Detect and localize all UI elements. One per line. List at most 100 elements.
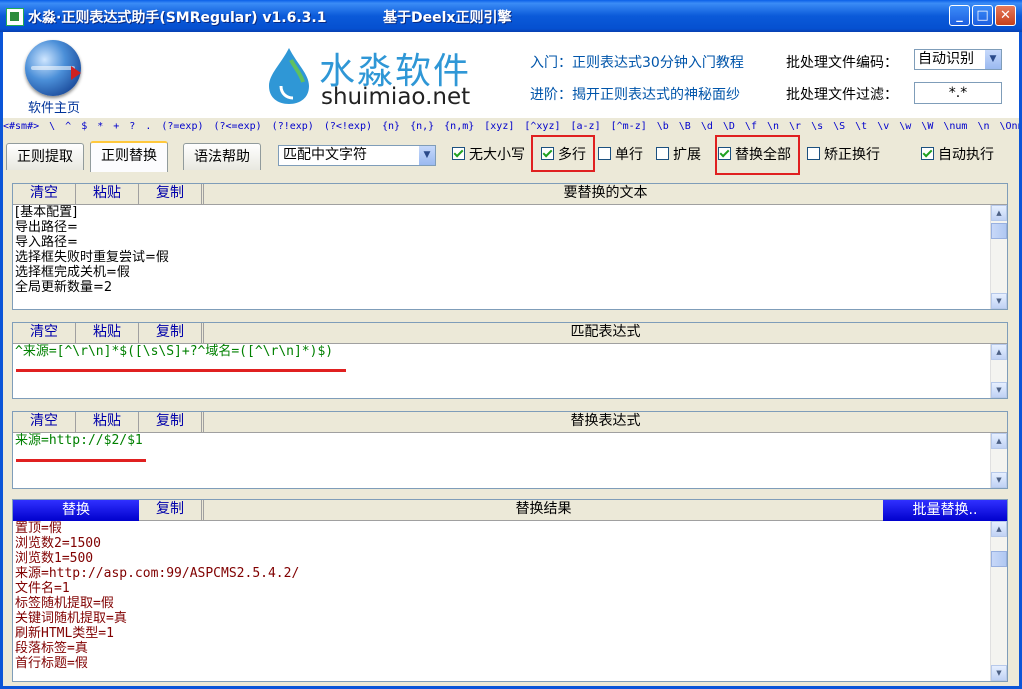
source-clear-button[interactable]: 清空: [13, 184, 76, 204]
replace-clear-button[interactable]: 清空: [13, 412, 76, 432]
title-bar[interactable]: 水淼·正则表达式助手(SMRegular) v1.6.3.1 基于Deelx正则…: [0, 0, 1022, 32]
syntax-token[interactable]: \v: [877, 121, 889, 132]
syntax-token[interactable]: [a-z]: [571, 121, 601, 132]
syntax-token[interactable]: (?=exp): [161, 121, 203, 132]
pattern-scrollbar[interactable]: ▲ ▼: [990, 344, 1007, 398]
replace-paste-button[interactable]: 粘贴: [76, 412, 139, 432]
chevron-down-icon[interactable]: ▼: [418, 146, 435, 165]
scroll-up-icon[interactable]: ▲: [991, 205, 1007, 221]
syntax-token[interactable]: {n}: [382, 121, 400, 132]
syntax-token[interactable]: \r: [789, 121, 801, 132]
scroll-thumb[interactable]: [991, 551, 1007, 567]
syntax-token[interactable]: ^: [65, 121, 71, 132]
checkbox-icon: [656, 147, 669, 160]
replace-panel-title: 替换表达式: [203, 412, 1007, 432]
syntax-token[interactable]: ?: [129, 121, 135, 132]
match-mode-select[interactable]: 匹配中文字符 ▼: [278, 145, 436, 166]
intro-tutorial-link[interactable]: 入门：正则表达式30分钟入门教程: [530, 52, 744, 72]
replace-underline: [16, 459, 146, 462]
replace-scrollbar[interactable]: ▲ ▼: [990, 433, 1007, 488]
encoding-select[interactable]: 自动识别 ▼: [914, 49, 1002, 70]
source-textarea[interactable]: [基本配置] 导出路径= 导入路径= 选择框失败时重复尝试=假 选择框完成关机=…: [15, 205, 989, 309]
source-copy-button[interactable]: 复制: [139, 184, 202, 204]
extended-label: 扩展: [673, 147, 701, 163]
tab-syntax-help[interactable]: 语法帮助: [183, 143, 261, 170]
result-textarea[interactable]: 置顶=假 浏览数2=1500 浏览数1=500 来源=http://asp.co…: [15, 521, 989, 681]
tab-extract[interactable]: 正则提取: [6, 143, 84, 170]
syntax-token[interactable]: [^xyz]: [524, 121, 560, 132]
syntax-token[interactable]: \W: [921, 121, 933, 132]
syntax-token[interactable]: \d: [701, 121, 713, 132]
source-paste-button[interactable]: 粘贴: [76, 184, 139, 204]
syntax-token[interactable]: \n: [767, 121, 779, 132]
replace-button[interactable]: 替换: [13, 500, 139, 521]
scroll-thumb[interactable]: [991, 223, 1007, 239]
result-copy-button[interactable]: 复制: [139, 500, 202, 520]
syntax-token[interactable]: {n,m}: [444, 121, 474, 132]
syntax-token[interactable]: *: [97, 121, 103, 132]
filter-input[interactable]: *.*: [914, 82, 1002, 104]
result-scrollbar[interactable]: ▲ ▼: [990, 521, 1007, 681]
pattern-copy-button[interactable]: 复制: [139, 323, 202, 343]
syntax-token[interactable]: \w: [899, 121, 911, 132]
auto-run-checkbox[interactable]: 自动执行: [921, 146, 994, 166]
syntax-token[interactable]: +: [113, 121, 119, 132]
syntax-token[interactable]: $: [81, 121, 87, 132]
source-scrollbar[interactable]: ▲ ▼: [990, 205, 1007, 309]
syntax-token[interactable]: \b: [657, 121, 669, 132]
chevron-down-icon[interactable]: ▼: [984, 50, 1001, 69]
replace-copy-button[interactable]: 复制: [139, 412, 202, 432]
replace-all-highlight: [715, 135, 800, 175]
syntax-token[interactable]: \s: [811, 121, 823, 132]
syntax-token[interactable]: [^m-z]: [611, 121, 647, 132]
scroll-up-icon[interactable]: ▲: [991, 433, 1007, 449]
ignore-case-checkbox[interactable]: 无大小写: [452, 146, 525, 166]
minimize-button[interactable]: _: [949, 5, 970, 26]
pattern-panel-title: 匹配表达式: [203, 323, 1007, 343]
batch-replace-button[interactable]: 批量替换..: [883, 500, 1007, 521]
syntax-token[interactable]: (?<=exp): [214, 121, 262, 132]
syntax-token[interactable]: \num: [943, 121, 967, 132]
advanced-tutorial-link[interactable]: 进阶：揭开正则表达式的神秘面纱: [530, 84, 740, 104]
filter-label: 批处理文件过滤：: [786, 87, 898, 103]
scroll-down-icon[interactable]: ▼: [991, 472, 1007, 488]
tab-replace[interactable]: 正则替换: [90, 141, 168, 172]
syntax-token[interactable]: [xyz]: [484, 121, 514, 132]
result-panel: 替换 复制 替换结果 批量替换.. 置顶=假 浏览数2=1500 浏览数1=50…: [12, 499, 1008, 682]
pattern-paste-button[interactable]: 粘贴: [76, 323, 139, 343]
syntax-token[interactable]: \D: [723, 121, 735, 132]
syntax-token[interactable]: \: [49, 121, 55, 132]
syntax-token[interactable]: \B: [679, 121, 691, 132]
water-drop-icon: [269, 48, 309, 104]
syntax-token[interactable]: .: [145, 121, 151, 132]
scroll-up-icon[interactable]: ▲: [991, 344, 1007, 360]
replace-textarea[interactable]: 来源=http://$2/$1: [15, 433, 989, 488]
logo-english: shuimiao.net: [321, 84, 471, 110]
syntax-token[interactable]: \n: [977, 121, 989, 132]
syntax-token[interactable]: \S: [833, 121, 845, 132]
home-link[interactable]: 软件主页: [28, 97, 80, 116]
close-button[interactable]: ✕: [995, 5, 1016, 26]
syntax-token[interactable]: \Onn: [999, 121, 1019, 132]
singleline-checkbox[interactable]: 单行: [598, 146, 643, 166]
syntax-token[interactable]: <#sm#>: [3, 121, 39, 132]
checkbox-icon: [807, 147, 820, 160]
extended-checkbox[interactable]: 扩展: [656, 146, 701, 166]
scroll-down-icon[interactable]: ▼: [991, 293, 1007, 309]
syntax-token[interactable]: \t: [855, 121, 867, 132]
fix-newline-checkbox[interactable]: 矫正换行: [807, 146, 880, 166]
scroll-up-icon[interactable]: ▲: [991, 521, 1007, 537]
encoding-label: 批处理文件编码：: [786, 55, 898, 71]
fix-newline-label: 矫正换行: [824, 147, 880, 163]
syntax-token[interactable]: \f: [745, 121, 757, 132]
result-panel-title: 替换结果: [203, 500, 883, 520]
scroll-down-icon[interactable]: ▼: [991, 382, 1007, 398]
pattern-panel-toolbar: 清空 粘贴 复制 匹配表达式: [13, 323, 1007, 344]
syntax-token[interactable]: {n,}: [410, 121, 434, 132]
syntax-token[interactable]: (?<!exp): [324, 121, 372, 132]
pattern-clear-button[interactable]: 清空: [13, 323, 76, 343]
checkbox-icon: [921, 147, 934, 160]
scroll-down-icon[interactable]: ▼: [991, 665, 1007, 681]
maximize-button[interactable]: □: [972, 5, 993, 26]
syntax-token[interactable]: (?!exp): [272, 121, 314, 132]
